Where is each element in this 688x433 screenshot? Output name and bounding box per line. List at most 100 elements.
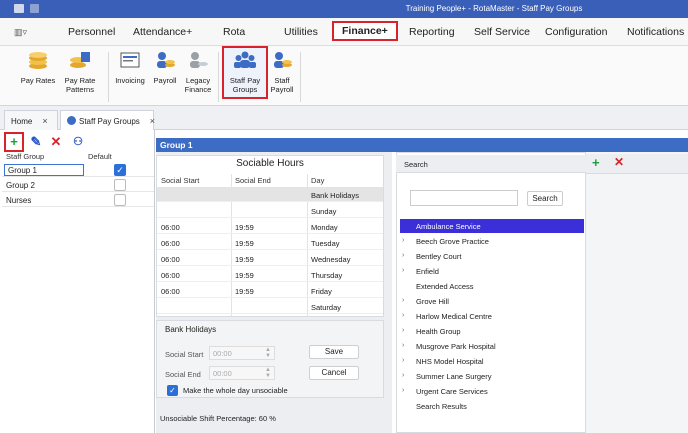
tree-item[interactable]: › Summer Lane Surgery xyxy=(400,369,584,383)
expand-arrow-icon[interactable]: › xyxy=(402,312,404,319)
table-row[interactable]: Group 2 xyxy=(2,178,154,192)
pay-rate-patterns-label: Pay Rate Patterns xyxy=(64,76,96,94)
payroll-button[interactable]: Payroll xyxy=(148,50,182,85)
table-row[interactable]: 06:00 19:59 Wednesday xyxy=(157,251,383,266)
edit-icon[interactable]: ✎ xyxy=(28,134,44,150)
cell-end: 19:59 xyxy=(235,255,254,264)
legacy-finance-icon xyxy=(190,52,208,68)
tree-item-label: NHS Model Hospital xyxy=(416,357,484,366)
expand-arrow-icon[interactable]: › xyxy=(402,357,404,364)
staff-pay-groups-button[interactable]: Staff Pay Groups xyxy=(222,46,268,99)
social-end-input[interactable]: 00:00 ▲ ▼ xyxy=(209,366,275,380)
column-header-default[interactable]: Default xyxy=(88,152,112,161)
sidebar-toggle-icon[interactable]: ▥▿ xyxy=(14,27,27,38)
tree-item[interactable]: › Harlow Medical Centre xyxy=(400,309,584,323)
tree-item-label: Summer Lane Surgery xyxy=(416,372,492,381)
tree-item[interactable]: › Grove Hill xyxy=(400,294,584,308)
column-header-staff-group[interactable]: Staff Group xyxy=(6,152,44,161)
table-row[interactable]: 06:00 19:59 Tuesday xyxy=(157,235,383,250)
menu-personnel[interactable]: Personnel xyxy=(68,26,115,38)
add-icon[interactable]: + xyxy=(592,155,600,170)
delete-icon[interactable]: ✕ xyxy=(614,155,624,169)
spinner-icon[interactable]: ▲ ▼ xyxy=(265,367,271,379)
row-name: Nurses xyxy=(6,196,32,205)
pay-rate-patterns-button[interactable]: Pay Rate Patterns xyxy=(60,50,100,94)
tree-item[interactable]: Search Results xyxy=(400,399,584,413)
table-row[interactable]: Bank Holidays xyxy=(157,187,383,202)
cell-start: 06:00 xyxy=(161,287,180,296)
invoicing-button[interactable]: Invoicing xyxy=(112,50,148,85)
table-row[interactable]: 06:00 19:59 Thursday xyxy=(157,267,383,282)
delete-icon[interactable]: ✕ xyxy=(48,134,64,150)
whole-day-checkbox[interactable]: ✓ xyxy=(167,385,178,396)
default-checkbox[interactable] xyxy=(114,194,126,206)
cell-start: 06:00 xyxy=(161,223,180,232)
expand-arrow-icon[interactable]: › xyxy=(402,342,404,349)
table-row[interactable]: 06:00 19:59 Monday xyxy=(157,219,383,234)
payroll-icon xyxy=(157,52,175,68)
tree-item[interactable]: › NHS Model Hospital xyxy=(400,354,584,368)
spinner-icon[interactable]: ▲ ▼ xyxy=(265,347,271,359)
tree-item[interactable]: Extended Access xyxy=(400,279,584,293)
tree-item[interactable]: Ambulance Service xyxy=(400,219,584,233)
close-icon[interactable]: × xyxy=(150,116,155,126)
tree-item[interactable]: › Health Group xyxy=(400,324,584,338)
sociable-hours-grid: Sociable Hours Social Start Social End D… xyxy=(156,155,384,317)
close-icon[interactable]: × xyxy=(42,116,47,126)
search-button[interactable]: Search xyxy=(527,191,563,206)
table-row[interactable]: Nurses xyxy=(2,193,154,207)
tree-item[interactable]: › Bentley Court xyxy=(400,249,584,263)
save-button[interactable]: Save xyxy=(309,345,359,359)
table-row[interactable]: Group 1 ✓ xyxy=(2,163,154,177)
cell-end: 19:59 xyxy=(235,223,254,232)
staff-payroll-button[interactable]: Staff Payroll xyxy=(268,50,296,94)
pay-rates-button[interactable]: Pay Rates xyxy=(18,50,58,85)
column-header-day[interactable]: Day xyxy=(311,176,324,185)
expand-arrow-icon[interactable]: › xyxy=(402,372,404,379)
staff-group-icon xyxy=(234,51,256,68)
default-checkbox[interactable]: ✓ xyxy=(114,164,126,176)
expand-arrow-icon[interactable]: › xyxy=(402,387,404,394)
ribbon-separator xyxy=(108,52,109,102)
menu-reporting[interactable]: Reporting xyxy=(409,26,455,38)
expand-arrow-icon[interactable]: › xyxy=(402,237,404,244)
tree-item[interactable]: › Enfield xyxy=(400,264,584,278)
payroll-label: Payroll xyxy=(153,76,177,85)
staff-group-icon xyxy=(67,116,76,125)
legacy-finance-label: Legacy Finance xyxy=(184,76,212,94)
tree-item[interactable]: › Musgrove Park Hospital xyxy=(400,339,584,353)
ribbon: Pay Rates Pay Rate Patterns Invoicing Pa… xyxy=(0,46,688,106)
menu-notifications[interactable]: Notifications xyxy=(627,26,684,38)
expand-arrow-icon[interactable]: › xyxy=(402,327,404,334)
tree-item[interactable]: › Urgent Care Services xyxy=(400,384,584,398)
ribbon-separator xyxy=(218,52,219,102)
search-input[interactable] xyxy=(410,190,518,206)
menu-configuration[interactable]: Configuration xyxy=(545,26,607,38)
tree-item[interactable]: › Beech Grove Practice xyxy=(400,234,584,248)
expand-arrow-icon[interactable]: › xyxy=(402,267,404,274)
column-header-social-end[interactable]: Social End xyxy=(235,176,271,185)
expand-arrow-icon[interactable]: › xyxy=(402,297,404,304)
menu-attendance[interactable]: Attendance+ xyxy=(133,26,192,38)
tree-item-label: Health Group xyxy=(416,327,461,336)
search-header: Search xyxy=(396,155,586,173)
default-checkbox[interactable] xyxy=(114,179,126,191)
group-settings-icon[interactable]: ⚇ xyxy=(70,134,86,150)
menu-finance[interactable]: Finance+ xyxy=(332,21,398,41)
legacy-finance-button[interactable]: Legacy Finance xyxy=(182,50,214,94)
expand-arrow-icon[interactable]: › xyxy=(402,252,404,259)
menu-utilities[interactable]: Utilities xyxy=(284,26,318,38)
add-icon[interactable]: + xyxy=(4,132,24,152)
column-header-social-start[interactable]: Social Start xyxy=(161,176,199,185)
table-row[interactable]: Saturday xyxy=(157,299,383,314)
table-row[interactable]: 06:00 19:59 Friday xyxy=(157,283,383,298)
menu-self-service[interactable]: Self Service xyxy=(474,26,530,38)
tab-home[interactable]: Home × xyxy=(4,110,58,130)
cancel-button[interactable]: Cancel xyxy=(309,366,359,380)
table-row[interactable]: Sunday xyxy=(157,203,383,218)
cell-day: Wednesday xyxy=(311,255,351,264)
sociable-hours-title: Sociable Hours xyxy=(236,158,304,169)
social-start-input[interactable]: 00:00 ▲ ▼ xyxy=(209,346,275,360)
menu-rota[interactable]: Rota xyxy=(223,26,245,38)
tab-staff-pay-groups[interactable]: Staff Pay Groups × xyxy=(60,110,155,130)
